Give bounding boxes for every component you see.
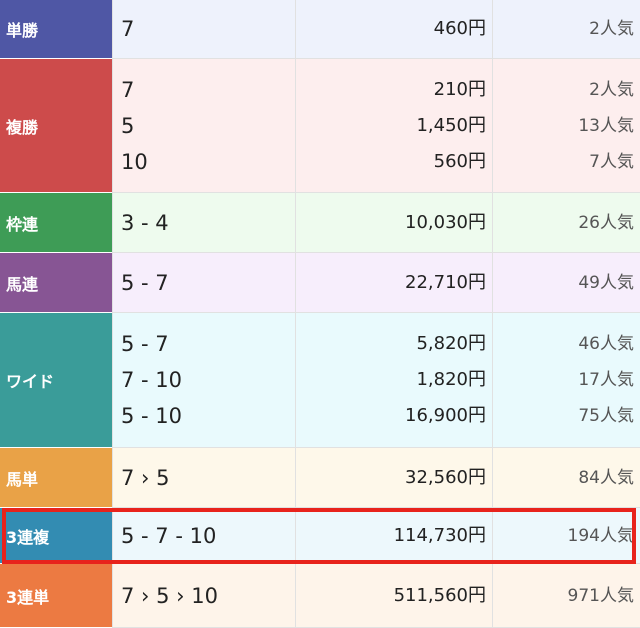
payout-amount: 10,030円 xyxy=(405,211,486,233)
horse-numbers: 7 - 10 xyxy=(121,368,183,392)
bet-type-label: 単勝 xyxy=(0,0,112,59)
horse-numbers-cell: 7 xyxy=(112,0,295,59)
popularity-cell: 84人気 xyxy=(492,448,640,508)
popularity: 2人気 xyxy=(589,19,634,39)
popularity: 7人気 xyxy=(589,151,634,172)
horse-numbers-cell: 7 › 5 xyxy=(112,448,295,508)
horse-numbers: 5 - 7 xyxy=(121,332,169,356)
payout-amount: 1,450円 xyxy=(416,114,486,136)
horse-numbers: 5 - 10 xyxy=(121,404,183,428)
horse-numbers: 7 › 5 xyxy=(121,465,170,490)
popularity-cell: 2人気 13人気 7人気 xyxy=(492,59,640,193)
popularity: 75人気 xyxy=(578,406,634,426)
row-fukusho: 複勝 7 5 10 210円 1,450円 560円 2人気 13人気 7人気 xyxy=(0,59,640,193)
payout-amount: 511,560円 xyxy=(393,584,486,606)
horse-numbers: 5 - 7 - 10 xyxy=(121,523,217,548)
payout-table: 単勝 7 460円 2人気 複勝 7 5 10 210円 1,450円 560円 2人気 13人気 7人気… xyxy=(0,0,640,628)
bet-type-label: 馬連 xyxy=(0,253,112,313)
payout-amount-cell: 511,560円 xyxy=(295,564,492,628)
payout-amount-cell: 114,730円 xyxy=(295,508,492,564)
payout-amount: 22,710円 xyxy=(405,271,486,293)
horse-numbers: 5 - 7 xyxy=(121,270,169,295)
horse-numbers: 3 - 4 xyxy=(121,210,169,235)
row-sanrenpuku: 3連複 5 - 7 - 10 114,730円 194人気 xyxy=(0,508,640,564)
row-umaren: 馬連 5 - 7 22,710円 49人気 xyxy=(0,253,640,313)
row-tansho: 単勝 7 460円 2人気 xyxy=(0,0,640,59)
payout-amount-cell: 210円 1,450円 560円 xyxy=(295,59,492,193)
popularity-cell: 49人気 xyxy=(492,253,640,313)
popularity-cell: 46人気 17人気 75人気 xyxy=(492,313,640,448)
popularity: 971人気 xyxy=(567,585,634,606)
popularity-cell: 26人気 xyxy=(492,193,640,253)
payout-amount-cell: 10,030円 xyxy=(295,193,492,253)
horse-numbers: 7 xyxy=(121,17,135,41)
popularity-cell: 2人気 xyxy=(492,0,640,59)
horse-numbers-cell: 7 5 10 xyxy=(112,59,295,193)
popularity: 49人気 xyxy=(578,272,634,293)
horse-numbers-cell: 5 - 7 - 10 xyxy=(112,508,295,564)
popularity: 26人気 xyxy=(578,212,634,233)
horse-numbers-cell: 7 › 5 › 10 xyxy=(112,564,295,628)
payout-amount: 16,900円 xyxy=(405,405,486,426)
bet-type-label: 馬単 xyxy=(0,448,112,508)
payout-amount: 5,820円 xyxy=(416,333,486,354)
popularity: 17人気 xyxy=(578,370,634,390)
payout-amount: 114,730円 xyxy=(393,524,486,546)
horse-numbers: 10 xyxy=(121,149,148,174)
row-wide: ワイド 5 - 7 7 - 10 5 - 10 5,820円 1,820円 16,900円 4… xyxy=(0,313,640,448)
popularity: 84人気 xyxy=(578,467,634,488)
popularity-cell: 971人気 xyxy=(492,564,640,628)
horse-numbers-cell: 5 - 7 xyxy=(112,253,295,313)
payout-amount-cell: 32,560円 xyxy=(295,448,492,508)
horse-numbers: 5 xyxy=(121,113,135,138)
horse-numbers: 7 › 5 › 10 xyxy=(121,583,218,608)
bet-type-label: 3連複 xyxy=(0,508,112,564)
popularity: 2人気 xyxy=(589,79,634,100)
payout-amount-cell: 22,710円 xyxy=(295,253,492,313)
payout-amount: 560円 xyxy=(433,150,486,172)
payout-amount: 32,560円 xyxy=(405,466,486,488)
payout-amount: 210円 xyxy=(433,78,486,100)
payout-amount-cell: 460円 xyxy=(295,0,492,59)
row-sanrentan: 3連単 7 › 5 › 10 511,560円 971人気 xyxy=(0,564,640,628)
popularity-cell: 194人気 xyxy=(492,508,640,564)
payout-amount: 460円 xyxy=(433,18,486,39)
popularity: 194人気 xyxy=(567,525,634,546)
payout-amount: 1,820円 xyxy=(416,369,486,390)
bet-type-label: 枠連 xyxy=(0,193,112,253)
horse-numbers-cell: 3 - 4 xyxy=(112,193,295,253)
row-umatan: 馬単 7 › 5 32,560円 84人気 xyxy=(0,448,640,508)
popularity: 46人気 xyxy=(578,334,634,354)
bet-type-label: ワイド xyxy=(0,313,112,448)
popularity: 13人気 xyxy=(578,115,634,136)
horse-numbers: 7 xyxy=(121,77,135,102)
payout-amount-cell: 5,820円 1,820円 16,900円 xyxy=(295,313,492,448)
bet-type-label: 複勝 xyxy=(0,59,112,193)
horse-numbers-cell: 5 - 7 7 - 10 5 - 10 xyxy=(112,313,295,448)
bet-type-label: 3連単 xyxy=(0,564,112,628)
row-wakuren: 枠連 3 - 4 10,030円 26人気 xyxy=(0,193,640,253)
